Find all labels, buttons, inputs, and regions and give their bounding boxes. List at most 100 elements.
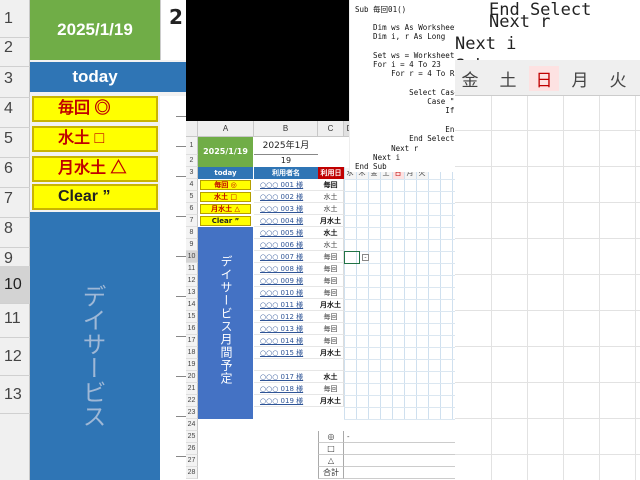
zoomed-sheet-background-right: End Select Next r Next i Sub 金 土 日 月 火 [455,0,640,480]
user-name-link[interactable]: ○○○ 009 様 [254,275,318,287]
summary-value[interactable] [344,443,455,455]
row-number[interactable]: 23 [186,407,198,419]
user-name-link[interactable]: ○○○ 001 様 [254,179,318,191]
user-name-link[interactable]: ○○○ 018 様 [254,383,318,395]
visit-pattern-cell[interactable]: 月水土 [318,215,344,227]
visit-pattern-cell[interactable]: 水土 [318,239,344,251]
summary-label: □ [318,443,344,455]
code-line: Dim ws As Worksheet [355,22,455,32]
row-number[interactable]: 18 [186,347,198,359]
code-line: For i = 4 To 23 [355,59,441,69]
summary-value[interactable] [344,467,455,479]
row-number[interactable]: 27 [186,455,198,467]
user-name-link[interactable]: ○○○ 005 様 [254,227,318,239]
day-cell[interactable]: 19 [254,155,318,167]
user-name-link[interactable]: ○○○ 014 様 [254,335,318,347]
user-name-link[interactable]: ○○○ 002 様 [254,191,318,203]
row-number[interactable]: 11 [186,263,198,275]
visit-pattern-cell[interactable]: 毎回 [318,179,344,191]
row-number[interactable]: 3 [186,167,198,179]
visit-pattern-cell[interactable]: 毎回 [318,275,344,287]
row-number[interactable]: 15 [186,311,198,323]
visit-pattern-cell[interactable]: 毎回 [318,287,344,299]
row-number[interactable]: 17 [186,335,198,347]
column-header-b[interactable]: B [254,121,318,137]
visit-pattern-cell[interactable]: 月水土 [318,299,344,311]
wed-sat-button[interactable]: 水土 □ [200,192,251,202]
month-cell[interactable]: 2025年1月 [254,138,318,155]
zoomed-row-number: 10 [0,266,30,304]
user-name-link[interactable]: ○○○ 006 様 [254,239,318,251]
select-all-corner[interactable] [186,121,198,137]
row-number[interactable]: 20 [186,371,198,383]
visit-pattern-cell[interactable]: 毎回 [318,251,344,263]
visit-pattern-cell[interactable]: 毎回 [318,263,344,275]
user-name-link[interactable] [254,359,318,371]
zoomed-user-column [160,96,186,480]
row-number[interactable]: 1 [186,137,198,155]
row-number[interactable]: 19 [186,359,198,371]
code-line: Next r [355,143,419,153]
row-number[interactable]: 4 [186,179,198,191]
zoomed-day-header: 土 [499,71,517,91]
row-number[interactable]: 10 [186,251,198,263]
row-number[interactable]: 9 [186,239,198,251]
zoomed-vertical-title: デイサービス [78,284,106,428]
user-name-link[interactable]: ○○○ 004 様 [254,215,318,227]
user-name-link[interactable]: ○○○ 013 様 [254,323,318,335]
user-name-link[interactable]: ○○○ 012 様 [254,311,318,323]
user-name-link[interactable]: ○○○ 011 様 [254,299,318,311]
row-number[interactable]: 12 [186,275,198,287]
user-name-link[interactable]: ○○○ 019 様 [254,395,318,407]
code-line: Sub 毎回01() [355,5,407,14]
row-number[interactable]: 6 [186,203,198,215]
visit-pattern-cell[interactable]: 水土 [318,227,344,239]
summary-label: 合計 [318,467,344,479]
row-number[interactable]: 8 [186,227,198,239]
row-number[interactable]: 2 [186,155,198,167]
clear-button[interactable]: Clear ” [200,216,251,226]
visit-pattern-cell[interactable]: 水土 [318,191,344,203]
row-number[interactable]: 7 [186,215,198,227]
column-header-c[interactable]: C [318,121,344,137]
summary-label: ◎ [318,431,344,443]
row-number[interactable]: 5 [186,191,198,203]
user-name-link[interactable]: ○○○ 008 様 [254,263,318,275]
row-number[interactable]: 28 [186,467,198,479]
user-name-link[interactable]: ○○○ 017 様 [254,371,318,383]
code-line: Set ws = Worksheets( [355,50,455,60]
summary-value[interactable] [344,455,455,467]
row-number[interactable]: 26 [186,443,198,455]
user-name-link[interactable]: ○○○ 010 様 [254,287,318,299]
active-cell[interactable] [344,251,360,264]
vba-code-panel: Sub 毎回01() Dim ws As Worksheet Dim i, r … [349,0,455,172]
row-number[interactable]: 25 [186,431,198,443]
row-number[interactable]: 14 [186,299,198,311]
mon-wed-sat-button[interactable]: 月水土 △ [200,204,251,214]
visit-pattern-cell[interactable]: 水土 [318,371,344,383]
user-name-link[interactable]: ○○○ 015 様 [254,347,318,359]
row-number[interactable]: 13 [186,287,198,299]
zoomed-wed-sat-button: 水土 □ [32,126,158,152]
column-header-a[interactable]: A [198,121,254,137]
zoomed-row-headers: 1 2 3 4 5 6 7 8 9 10 11 12 13 [0,0,30,480]
user-name-link[interactable]: ○○○ 003 様 [254,203,318,215]
visit-pattern-cell[interactable]: 月水土 [318,347,344,359]
user-name-link[interactable]: ○○○ 007 様 [254,251,318,263]
visit-pattern-cell[interactable]: 水土 [318,203,344,215]
row-number[interactable]: 21 [186,383,198,395]
visit-pattern-cell[interactable]: 月水土 [318,395,344,407]
summary-value[interactable]: - [344,431,455,443]
every-time-button[interactable]: 毎回 ◎ [200,180,251,190]
visit-pattern-cell[interactable]: 毎回 [318,383,344,395]
visit-pattern-cell[interactable]: 毎回 [318,323,344,335]
row-number[interactable]: 24 [186,419,198,431]
visit-pattern-cell[interactable]: 毎回 [318,311,344,323]
autofill-options-button[interactable]: - [362,254,369,261]
visit-pattern-cell[interactable]: 毎回 [318,335,344,347]
code-line: End Select [355,134,455,144]
row-number[interactable]: 22 [186,395,198,407]
row-number[interactable]: 16 [186,323,198,335]
visit-pattern-cell[interactable] [318,359,344,371]
date-cell[interactable]: 2025/1/19 [198,137,253,167]
